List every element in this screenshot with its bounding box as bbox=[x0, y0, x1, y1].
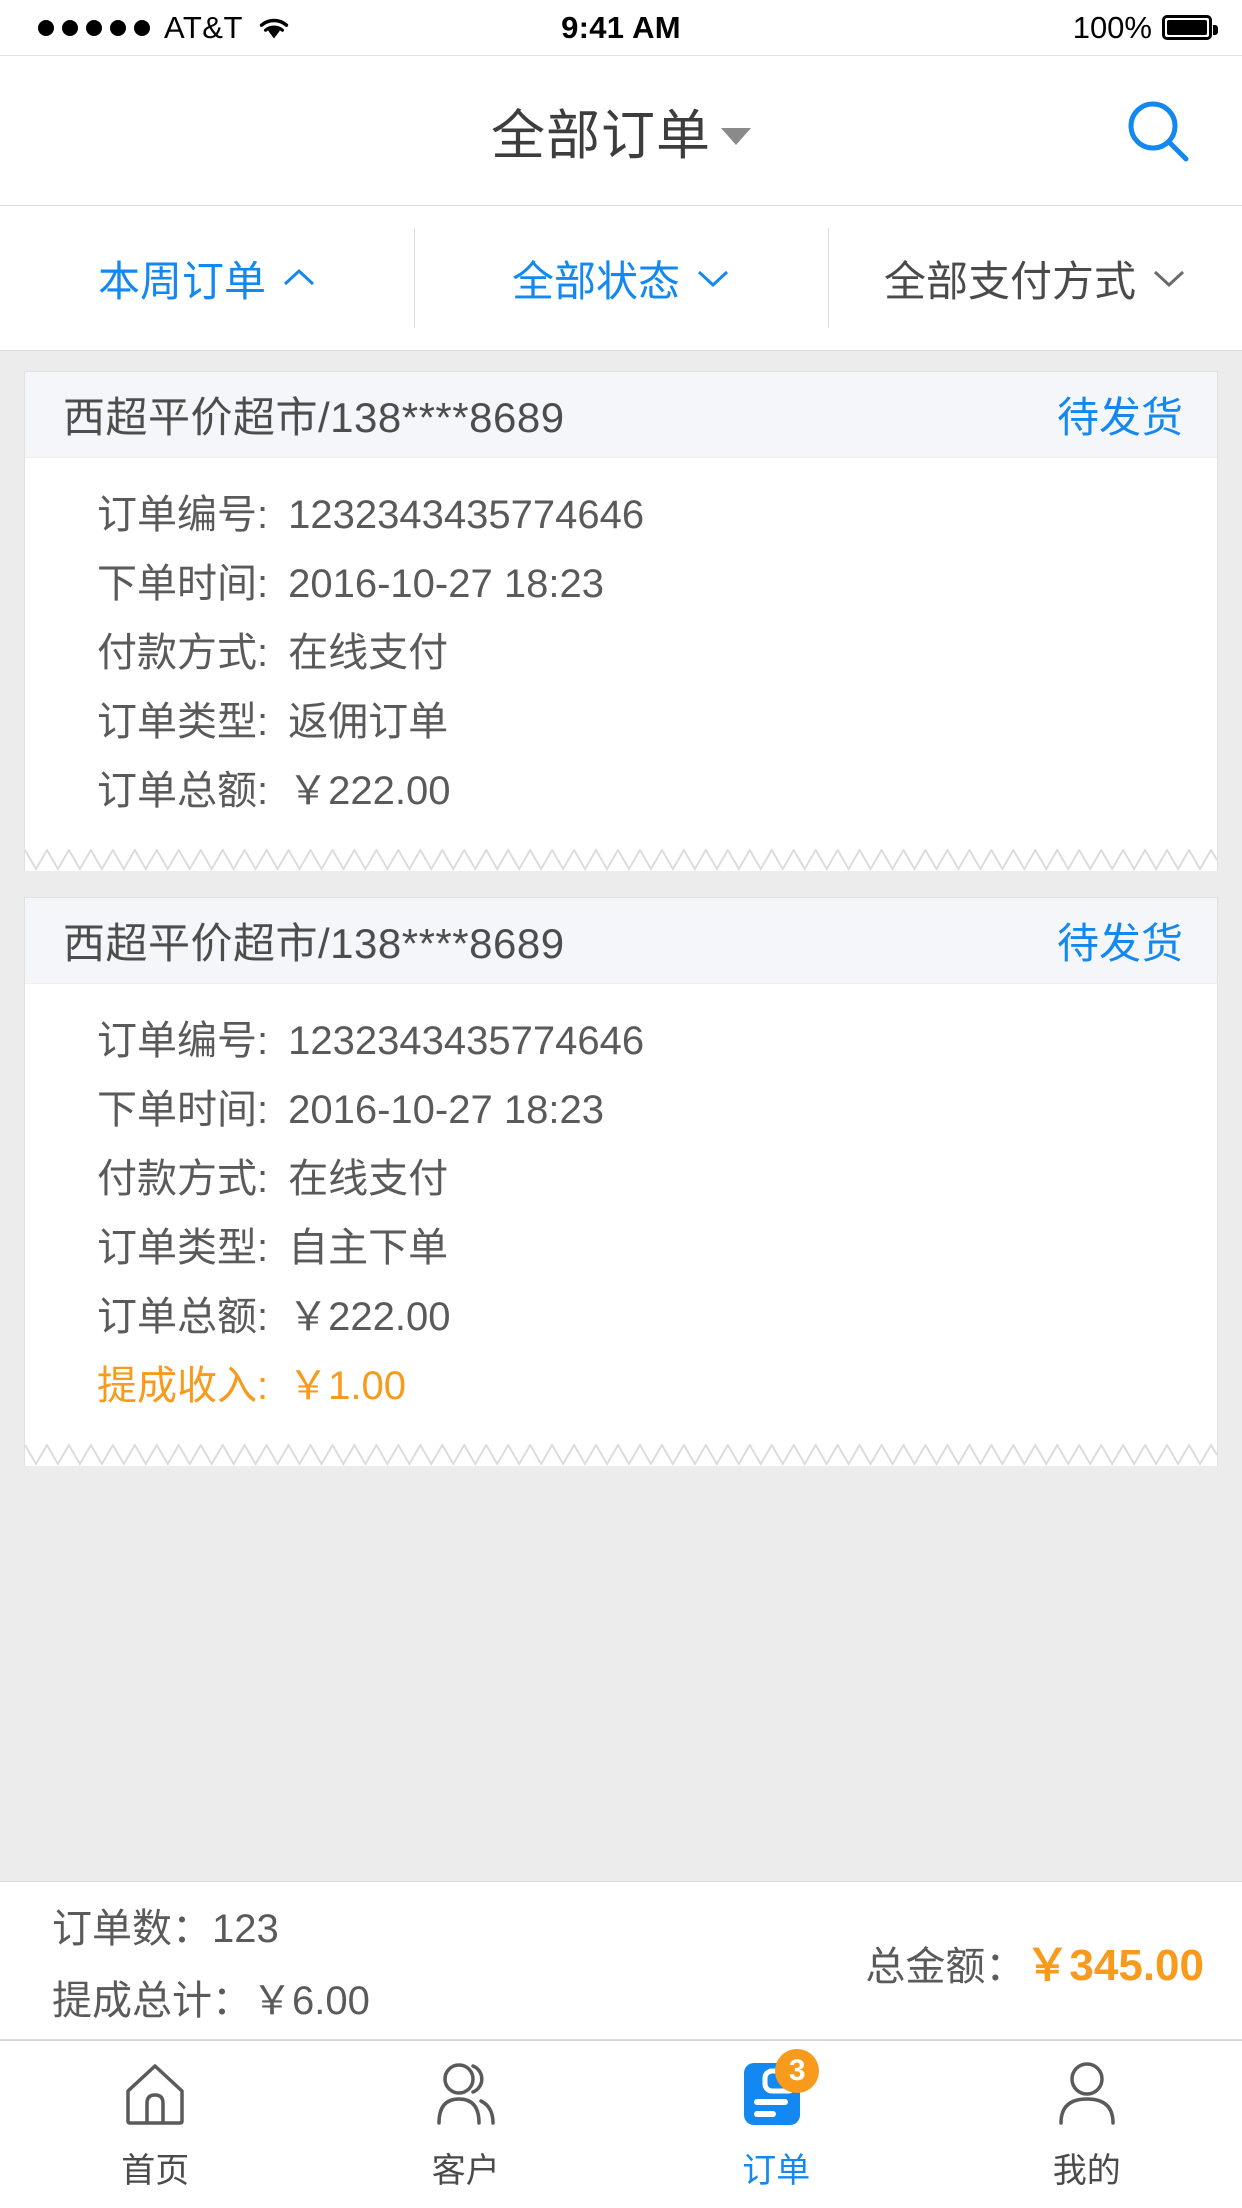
filter-week-orders[interactable]: 本周订单 bbox=[0, 206, 414, 350]
filter-all-payment-methods[interactable]: 全部支付方式 bbox=[828, 206, 1242, 350]
filter-all-status-label: 全部状态 bbox=[511, 257, 680, 305]
order-shop-name: 西超平价超市/138****8689 bbox=[63, 394, 565, 441]
order-field-value: ￥222.00 bbox=[288, 1295, 451, 1339]
order-status-badge: 待发货 bbox=[1056, 920, 1183, 967]
order-card-body: 订单编号: 1232343435774646 下单时间: 2016-10-27 … bbox=[25, 984, 1217, 1444]
order-field-value: 返佣订单 bbox=[288, 700, 449, 744]
order-card[interactable]: 西超平价超市/138****8689 待发货 订单编号: 12323434357… bbox=[24, 371, 1218, 871]
order-detail-row: 付款方式: 在线支付 bbox=[25, 620, 1217, 689]
receipt-zigzag-edge bbox=[25, 849, 1217, 871]
tab-home[interactable]: 首页 bbox=[0, 2041, 311, 2208]
chevron-down-icon bbox=[1153, 270, 1185, 288]
receipt-zigzag-edge bbox=[25, 1444, 1217, 1466]
total-amount-label: 总金额： bbox=[865, 1944, 1026, 1989]
order-shop-name: 西超平价超市/138****8689 bbox=[63, 920, 565, 967]
summary-right: 总金额： ￥345.00 bbox=[865, 1929, 1204, 1993]
order-field-label: 下单时间: bbox=[97, 562, 269, 606]
order-card-header: 西超平价超市/138****8689 待发货 bbox=[25, 372, 1217, 458]
tab-home-label: 首页 bbox=[121, 2152, 190, 2190]
app-screen: AT&T 9:41 AM 100% 全部订单 本周订单 全部状态 全部支付方式 … bbox=[0, 0, 1242, 2208]
order-field-value: 在线支付 bbox=[288, 1157, 449, 1201]
order-detail-row: 订单总额: ￥222.00 bbox=[25, 1284, 1217, 1353]
card-separator bbox=[0, 871, 1242, 897]
chevron-up-icon bbox=[283, 268, 315, 286]
status-bar-time: 9:41 AM bbox=[561, 9, 681, 45]
order-detail-row: 付款方式: 在线支付 bbox=[25, 1146, 1217, 1215]
order-field-value: 在线支付 bbox=[288, 631, 449, 675]
order-field-value: 2016-10-27 18:23 bbox=[288, 1088, 604, 1132]
order-card-body: 订单编号: 1232343435774646 下单时间: 2016-10-27 … bbox=[25, 458, 1217, 849]
summary-left: 订单数：123 提成总计：￥6.00 bbox=[52, 1896, 370, 2026]
orders-badge: 3 bbox=[775, 2049, 820, 2093]
order-field-label: 订单类型: bbox=[97, 1226, 269, 1270]
order-count-label: 订单数：123 bbox=[52, 1906, 279, 1951]
chevron-down-icon bbox=[697, 270, 729, 288]
status-bar: AT&T 9:41 AM 100% bbox=[0, 0, 1242, 56]
home-icon-wrap bbox=[118, 2057, 192, 2131]
order-status-badge: 待发货 bbox=[1056, 394, 1183, 441]
profile-icon-wrap bbox=[1050, 2057, 1124, 2131]
order-card-header: 西超平价超市/138****8689 待发货 bbox=[25, 898, 1217, 984]
navigation-bar: 全部订单 bbox=[0, 56, 1242, 206]
order-field-label: 订单总额: bbox=[97, 769, 269, 813]
orders-icon-wrap: 3 bbox=[739, 2049, 820, 2131]
order-field-label: 付款方式: bbox=[97, 631, 269, 675]
order-detail-row: 订单类型: 自主下单 bbox=[25, 1215, 1217, 1284]
order-field-label: 订单编号: bbox=[97, 493, 269, 537]
tab-profile-label: 我的 bbox=[1052, 2152, 1121, 2190]
order-card[interactable]: 西超平价超市/138****8689 待发货 订单编号: 12323434357… bbox=[24, 897, 1218, 1466]
order-detail-row: 下单时间: 2016-10-27 18:23 bbox=[25, 551, 1217, 620]
order-detail-row: 订单编号: 1232343435774646 bbox=[25, 482, 1217, 551]
customers-icon bbox=[437, 2063, 495, 2125]
commission-total-label: 提成总计：￥6.00 bbox=[52, 1978, 370, 2023]
tab-customers-label: 客户 bbox=[431, 2152, 500, 2190]
tab-bar: 首页 客户 3 订单 我的 bbox=[0, 2040, 1242, 2208]
page-title-dropdown[interactable]: 全部订单 bbox=[491, 91, 751, 170]
battery-full-icon bbox=[1162, 15, 1218, 40]
customers-icon-wrap bbox=[429, 2057, 503, 2131]
tab-profile[interactable]: 我的 bbox=[932, 2041, 1242, 2208]
filter-all-status[interactable]: 全部状态 bbox=[414, 206, 828, 350]
order-field-value: 2016-10-27 18:23 bbox=[288, 562, 604, 606]
order-detail-row: 订单编号: 1232343435774646 bbox=[25, 1008, 1217, 1077]
order-field-value: 1232343435774646 bbox=[288, 1019, 645, 1063]
order-field-label: 订单类型: bbox=[97, 700, 269, 744]
tab-orders[interactable]: 3 订单 bbox=[621, 2041, 932, 2208]
home-icon bbox=[126, 2064, 184, 2125]
filter-week-orders-label: 本周订单 bbox=[97, 257, 266, 305]
caret-down-icon bbox=[721, 128, 751, 145]
order-detail-row: 订单总额: ￥222.00 bbox=[25, 758, 1217, 827]
order-field-value: 自主下单 bbox=[288, 1226, 449, 1270]
page-title: 全部订单 bbox=[491, 106, 711, 166]
order-detail-row: 订单类型: 返佣订单 bbox=[25, 689, 1217, 758]
total-amount-value: ￥345.00 bbox=[1025, 1940, 1204, 1990]
order-field-label: 订单总额: bbox=[97, 1295, 269, 1339]
order-field-value: 1232343435774646 bbox=[288, 493, 645, 537]
tab-orders-label: 订单 bbox=[742, 2152, 811, 2190]
list-top-gap bbox=[0, 351, 1242, 371]
order-detail-row: 下单时间: 2016-10-27 18:23 bbox=[25, 1077, 1217, 1146]
order-field-label: 订单编号: bbox=[97, 1019, 269, 1063]
filter-bar: 本周订单 全部状态 全部支付方式 bbox=[0, 206, 1242, 351]
order-field-label: 付款方式: bbox=[97, 1157, 269, 1201]
tab-customers[interactable]: 客户 bbox=[311, 2041, 622, 2208]
order-field-label: 下单时间: bbox=[97, 1088, 269, 1132]
filter-all-payment-methods-label: 全部支付方式 bbox=[883, 257, 1136, 305]
order-commission-label: 提成收入: bbox=[97, 1364, 269, 1408]
order-list-scroll[interactable]: 西超平价超市/138****8689 待发货 订单编号: 12323434357… bbox=[0, 351, 1242, 1831]
search-icon[interactable] bbox=[1122, 95, 1194, 167]
summary-bar: 订单数：123 提成总计：￥6.00 总金额： ￥345.00 bbox=[0, 1881, 1242, 2040]
order-commission-row: 提成收入: ￥1.00 bbox=[25, 1353, 1217, 1422]
order-field-value: ￥222.00 bbox=[288, 769, 451, 813]
profile-icon bbox=[1059, 2062, 1115, 2125]
order-commission-value: ￥1.00 bbox=[288, 1364, 406, 1408]
